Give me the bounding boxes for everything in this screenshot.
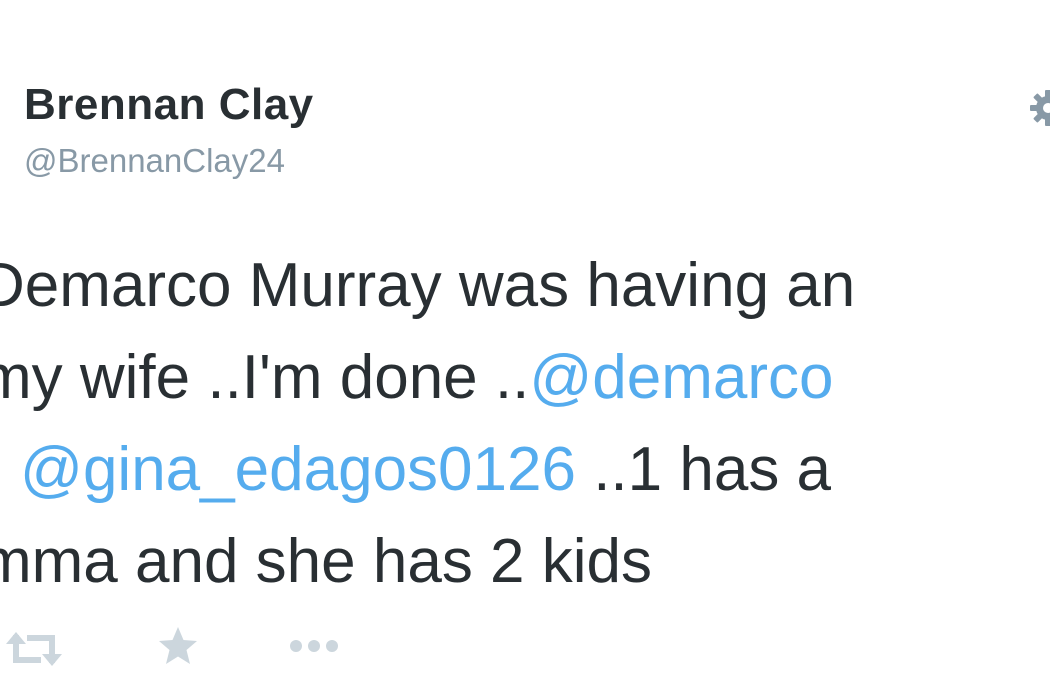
tweet-line-2: my wife ..I'm done ..@demarco (0, 332, 1050, 424)
retweet-icon[interactable] (4, 624, 64, 674)
tweet-text-segment: mma and she has 2 kids (0, 527, 653, 596)
tweet-card: Brennan Clay @BrennanClay24 Demarco Murr… (0, 0, 1050, 700)
tweet-line-4: mma and she has 2 kids (0, 516, 1050, 608)
tweet-line-3: @gina_edagos0126 ..1 has a (0, 424, 1050, 516)
tweet-line-1: Demarco Murray was having an (0, 240, 1050, 332)
more-dots-icon[interactable] (288, 624, 348, 674)
mention-link-demarco[interactable]: @demarco (529, 343, 833, 412)
tweet-text-segment: Demarco Murray was having an (0, 251, 856, 320)
username[interactable]: @BrennanClay24 (24, 142, 285, 180)
display-name[interactable]: Brennan Clay (24, 80, 314, 130)
gear-icon[interactable] (1026, 86, 1050, 130)
tweet-text-segment: ..1 has a (575, 435, 832, 504)
star-icon[interactable] (156, 624, 200, 674)
mention-link-gina[interactable]: @gina_edagos0126 (20, 435, 576, 504)
tweet-text: Demarco Murray was having an my wife ..I… (0, 240, 1050, 608)
tweet-text-segment: my wife ..I'm done .. (0, 343, 530, 412)
tweet-actions (0, 624, 1050, 674)
